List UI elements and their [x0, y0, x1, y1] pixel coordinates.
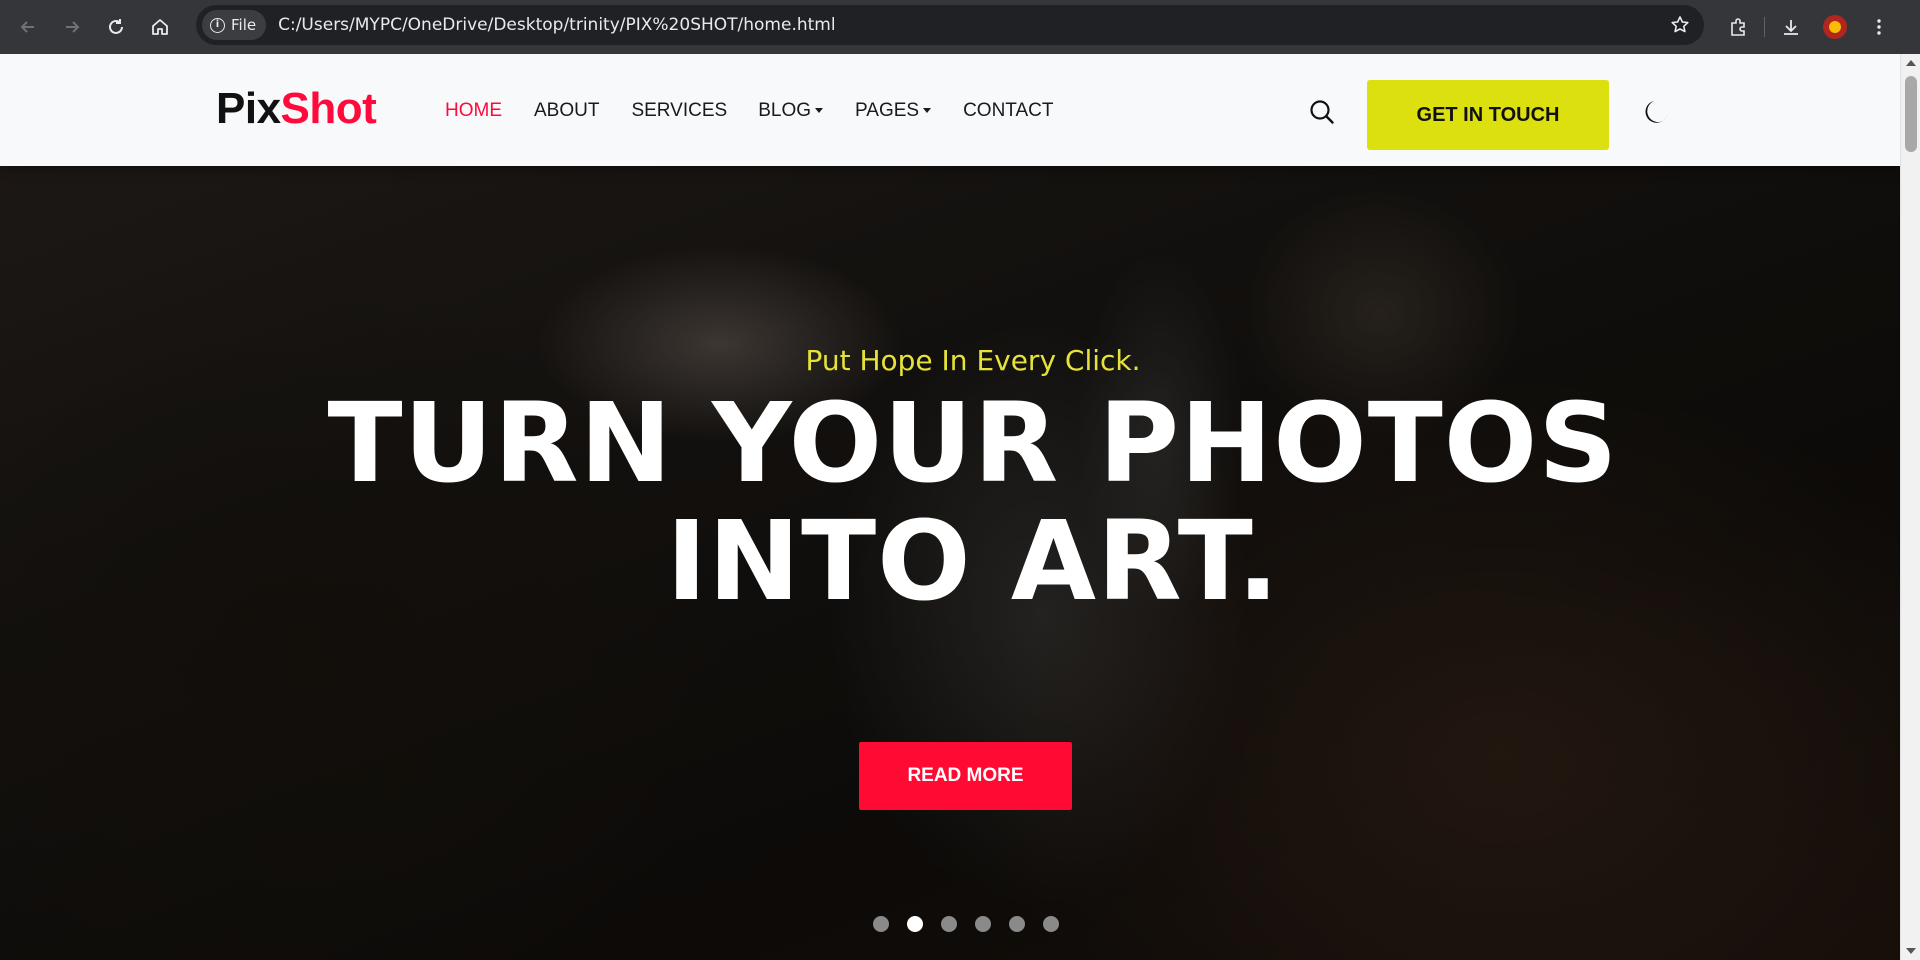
back-button[interactable] [6, 5, 50, 49]
nav-contact[interactable]: CONTACT [963, 100, 1053, 122]
site-info-chip[interactable]: i File [202, 10, 267, 40]
nav-blog[interactable]: BLOG [758, 100, 824, 122]
page-viewport: Put Hope In Every Click. TURN YOUR PHOTO… [0, 54, 1920, 960]
scroll-up-icon[interactable] [1906, 60, 1916, 66]
logo-part-2: Shot [280, 84, 377, 133]
profile-button[interactable] [1813, 5, 1857, 49]
file-label: File [231, 16, 257, 34]
info-icon: i [210, 17, 225, 33]
moon-icon[interactable] [1640, 98, 1670, 128]
home-icon [152, 19, 168, 35]
scroll-down-icon[interactable] [1906, 948, 1916, 954]
browser-toolbar: i File C:/Users/MYPC/OneDrive/Desktop/tr… [0, 0, 1920, 54]
main-menu: HOME ABOUT SERVICES BLOG PAGES CONTACT [445, 100, 1054, 122]
home-button[interactable] [138, 5, 182, 49]
carousel-dot-6[interactable] [1043, 916, 1059, 932]
carousel-dot-3[interactable] [941, 916, 957, 932]
browser-menu-button[interactable] [1857, 5, 1901, 49]
headline-line-1: TURN YOUR PHOTOS [327, 379, 1619, 507]
puzzle-icon [1731, 18, 1745, 36]
bookmark-star-icon[interactable] [1670, 15, 1690, 35]
browser-actions [1716, 0, 1901, 54]
site-navbar: PixShot HOME ABOUT SERVICES BLOG PAGES C… [0, 54, 1900, 166]
logo-part-1: Pix [216, 84, 281, 133]
headline-line-2: INTO ART. [666, 497, 1280, 625]
nav-pages-label: PAGES [855, 100, 920, 121]
downloads-button[interactable] [1769, 5, 1813, 49]
hero-section: Put Hope In Every Click. TURN YOUR PHOTO… [0, 54, 1900, 960]
toolbar-divider [1764, 17, 1765, 37]
page-scrollbar[interactable] [1900, 54, 1920, 960]
nav-pages[interactable]: PAGES [855, 100, 932, 122]
nav-about[interactable]: ABOUT [534, 100, 599, 122]
hero-headline: TURN YOUR PHOTOS INTO ART. [0, 384, 1900, 620]
read-more-button[interactable]: READ MORE [859, 742, 1072, 810]
nav-blog-label: BLOG [758, 100, 812, 121]
carousel-dot-2[interactable] [907, 916, 923, 932]
nav-services[interactable]: SERVICES [631, 100, 727, 122]
arrow-left-icon [20, 21, 34, 33]
url-text[interactable]: C:/Users/MYPC/OneDrive/Desktop/trinity/P… [278, 15, 835, 35]
caret-down-icon [923, 107, 932, 113]
address-bar[interactable]: i File C:/Users/MYPC/OneDrive/Desktop/tr… [196, 5, 1704, 45]
extensions-button[interactable] [1716, 5, 1760, 49]
site-logo[interactable]: PixShot [216, 84, 377, 134]
carousel-dot-4[interactable] [975, 916, 991, 932]
nav-home[interactable]: HOME [445, 100, 502, 122]
arrow-right-icon [66, 21, 80, 33]
hero-tagline: Put Hope In Every Click. [805, 344, 1141, 377]
search-icon[interactable] [1308, 98, 1336, 126]
carousel-dot-1[interactable] [873, 916, 889, 932]
reload-button[interactable] [94, 5, 138, 49]
carousel-indicators [873, 916, 1059, 932]
avatar [1823, 15, 1847, 39]
reload-icon [109, 19, 123, 34]
get-in-touch-button[interactable]: GET IN TOUCH [1367, 80, 1609, 150]
carousel-dot-5[interactable] [1009, 916, 1025, 932]
download-icon [1784, 20, 1798, 35]
caret-down-icon [815, 107, 824, 113]
more-vertical-icon [1877, 19, 1881, 35]
scrollbar-thumb[interactable] [1905, 76, 1917, 152]
forward-button[interactable] [50, 5, 94, 49]
